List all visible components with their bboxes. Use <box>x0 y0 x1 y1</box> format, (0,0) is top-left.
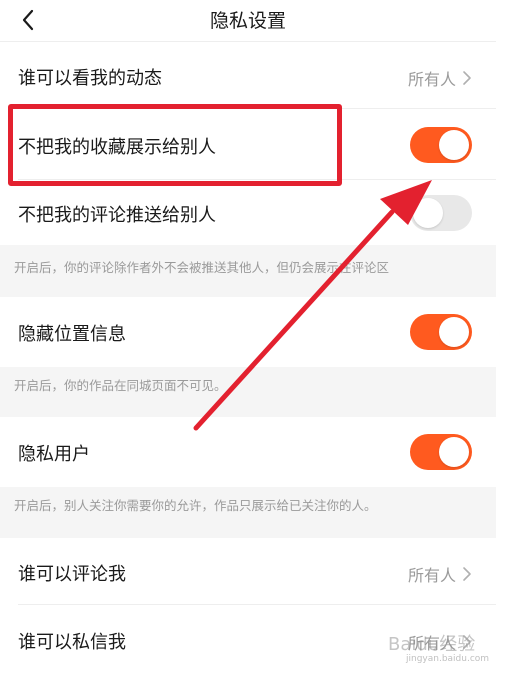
watermark-url: jingyan.baidu.com <box>406 654 490 664</box>
annotation-arrow <box>193 180 432 431</box>
watermark-logo: Baidu经验 <box>388 634 476 655</box>
